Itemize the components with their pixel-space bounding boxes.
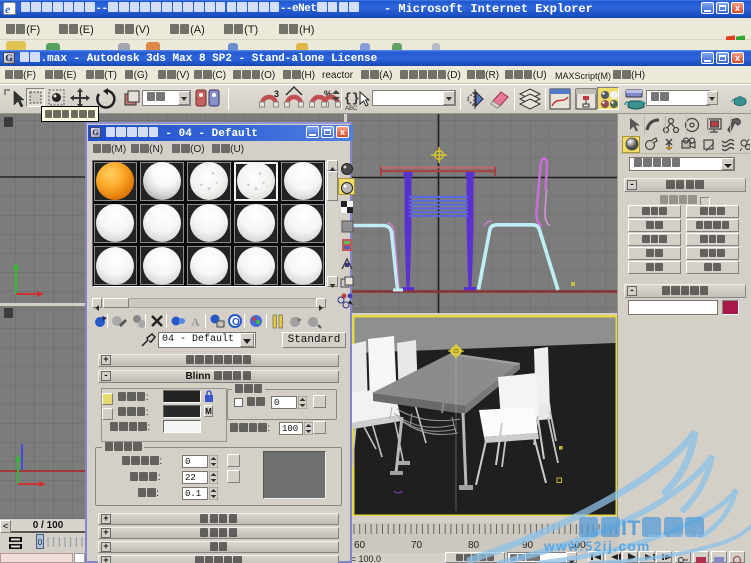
svg-text:{}: {} (344, 91, 360, 106)
svg-text:A: A (191, 315, 200, 329)
svg-text:3: 3 (274, 89, 279, 99)
svg-text:O: O (232, 317, 240, 328)
svg-text:ABC: ABC (345, 106, 358, 112)
